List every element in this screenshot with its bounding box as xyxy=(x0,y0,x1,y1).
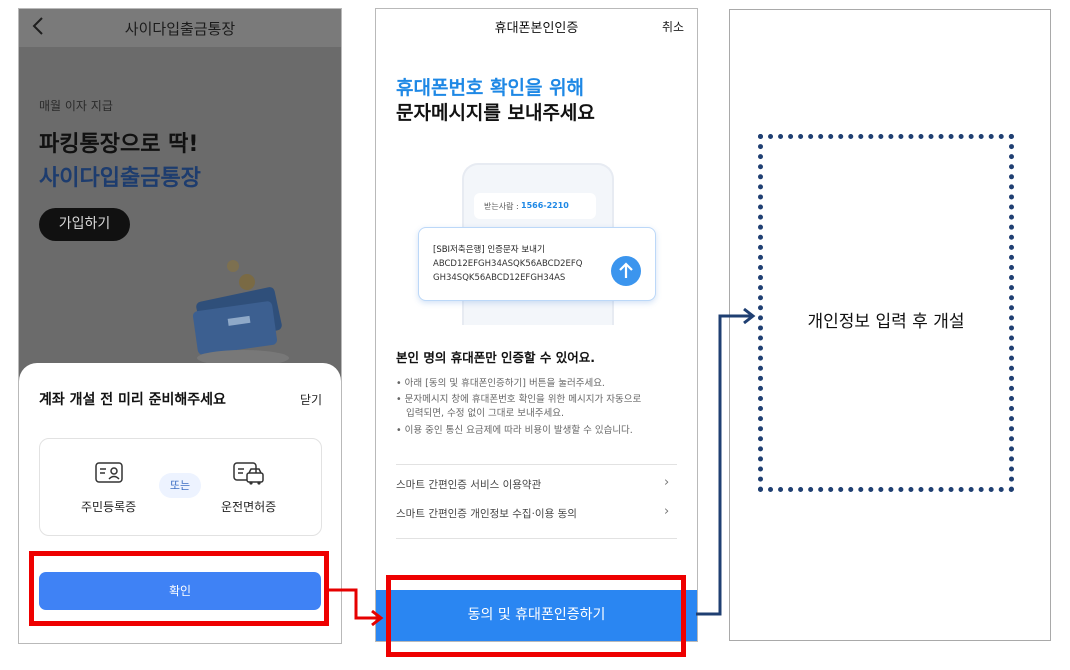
red-connector-arrow xyxy=(329,588,384,627)
navy-connector-arrow xyxy=(696,307,756,616)
flow-arrows xyxy=(329,307,756,627)
